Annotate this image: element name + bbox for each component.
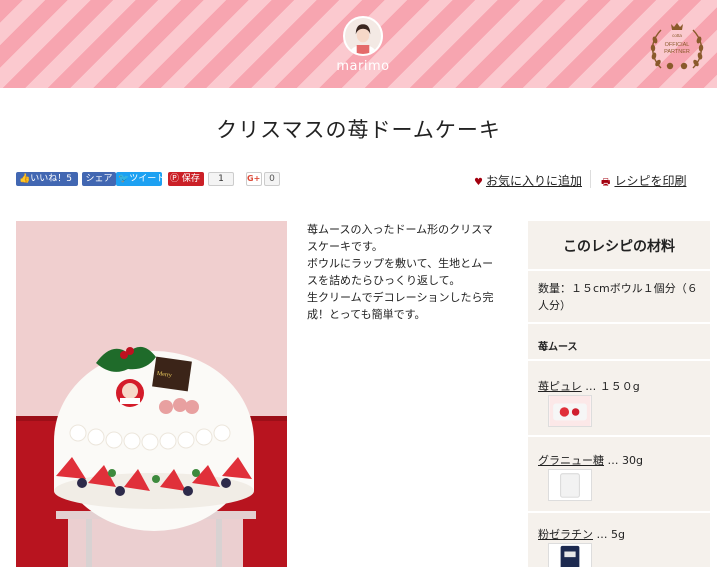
printer-icon: 🖶 bbox=[601, 177, 611, 188]
ingredient-amount: … １５０g bbox=[581, 380, 640, 393]
recipe-main-photo[interactable]: Merry bbox=[16, 221, 287, 567]
ingredient-amount: … 5g bbox=[593, 528, 625, 541]
favorite-label: お気に入りに追加 bbox=[485, 174, 582, 188]
ingredients-quantity: 数量：１５cmボウル１個分（６人分） bbox=[538, 282, 698, 312]
tweet-label: ツイート bbox=[129, 174, 162, 184]
twitter-bird-icon: 🐦 bbox=[118, 174, 130, 184]
user-avatar[interactable] bbox=[343, 16, 383, 56]
pin-save-label: 保存 bbox=[181, 174, 200, 184]
ingredient-thumbnail[interactable] bbox=[548, 395, 592, 427]
ingredient-item: 粉ゼラチン … 5g bbox=[538, 526, 704, 542]
ingredient-link[interactable]: 粉ゼラチン bbox=[538, 528, 593, 541]
pinterest-save-button[interactable]: Ⓟ 保存 bbox=[168, 172, 204, 186]
thumbs-up-icon: 👍 bbox=[19, 174, 31, 184]
google-plus-count: 0 bbox=[264, 172, 280, 186]
ingredient-thumbnail[interactable] bbox=[548, 469, 592, 501]
panel-divider bbox=[528, 322, 710, 324]
pinterest-count: 1 bbox=[208, 172, 234, 186]
ingredient-thumbnail[interactable] bbox=[548, 543, 592, 567]
panel-divider bbox=[528, 359, 710, 361]
badge-line2: PARTNER bbox=[664, 49, 690, 55]
description-paragraph: 苺ムースの入ったドーム形のクリスマスケーキです。 bbox=[307, 223, 493, 253]
add-to-favorites-link[interactable]: ♥ お気に入りに追加 bbox=[474, 172, 582, 189]
action-divider bbox=[590, 170, 591, 188]
facebook-like-label: いいね！5 bbox=[30, 174, 72, 184]
ingredient-item: 苺ピュレ … １５０g bbox=[538, 378, 704, 394]
panel-divider bbox=[528, 435, 710, 437]
pinterest-icon: Ⓟ bbox=[170, 174, 180, 184]
official-partner-badge: cotta OFFICIAL PARTNER bbox=[647, 18, 707, 74]
panel-divider bbox=[528, 511, 710, 513]
recipe-title: クリスマスの苺ドームケーキ bbox=[216, 118, 501, 142]
facebook-like-button[interactable]: 👍いいね！5 bbox=[16, 172, 78, 186]
ingredients-title: このレシピの材料 bbox=[563, 239, 675, 255]
print-recipe-link[interactable]: 🖶 レシピを印刷 bbox=[601, 172, 686, 192]
ingredient-link[interactable]: 苺ピュレ bbox=[538, 380, 582, 393]
recipe-description: 苺ムースの入ったドーム形のクリスマスケーキです。 ボウルにラップを敷いて、生地と… bbox=[307, 221, 503, 323]
tweet-button[interactable]: 🐦ツイート bbox=[116, 172, 162, 186]
ingredients-panel: このレシピの材料 数量：１５cmボウル１個分（６人分） 苺ムース 苺ピュレ … … bbox=[528, 221, 710, 567]
description-paragraph: 生クリームでデコレーションしたら完成！とっても簡単です。 bbox=[307, 291, 494, 321]
heart-icon: ♥ bbox=[474, 177, 483, 188]
panel-divider bbox=[528, 269, 710, 271]
ingredient-amount: … 30g bbox=[604, 454, 643, 467]
ingredient-item: グラニュー糖 … 30g bbox=[538, 452, 704, 468]
description-paragraph: ボウルにラップを敷いて、生地とムースを詰めたらひっくり返して。 bbox=[307, 257, 494, 287]
ingredient-link[interactable]: グラニュー糖 bbox=[538, 454, 604, 467]
print-label: レシピを印刷 bbox=[614, 174, 687, 188]
badge-brand: cotta bbox=[672, 33, 682, 38]
facebook-share-button[interactable]: シェア bbox=[82, 172, 116, 186]
google-plus-button[interactable]: G+1 bbox=[246, 172, 262, 186]
user-name[interactable]: marimo bbox=[313, 59, 413, 74]
badge-line1: OFFICIAL bbox=[665, 42, 690, 48]
ingredient-group-title: 苺ムース bbox=[538, 342, 578, 353]
profile-header: marimo cotta OFFICIAL PARTNER bbox=[0, 0, 717, 88]
